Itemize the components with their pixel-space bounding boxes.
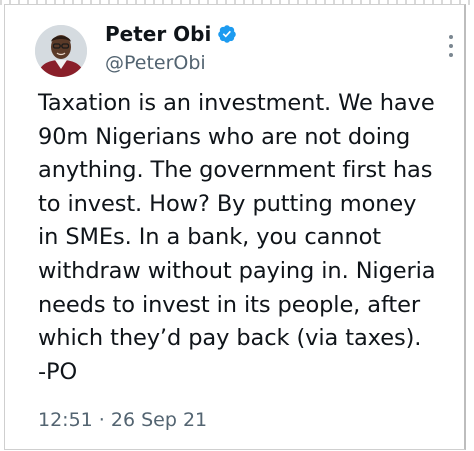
author-display-name[interactable]: Peter Obi [105, 22, 211, 46]
more-options-icon[interactable] [447, 35, 455, 57]
author-name-row[interactable]: Peter Obi [105, 22, 237, 46]
tweet-frame: Peter Obi @PeterObi Taxation is an inves… [4, 4, 466, 450]
author-handle[interactable]: @PeterObi [105, 52, 206, 74]
more-dot [449, 44, 453, 48]
tweet-text-line: which they’d pay back (via taxes). [38, 325, 422, 352]
tweet-card: Peter Obi @PeterObi Taxation is an inves… [5, 5, 463, 449]
verified-badge-icon [218, 25, 237, 43]
tweet-text-line: withdraw without paying in. Nigeria [38, 257, 436, 284]
tweet-text-line: anything. The government first has [38, 157, 433, 184]
tweet-text-line: Taxation is an investment. We have [38, 90, 435, 116]
tweet-timestamp[interactable]: 12:51 · 26 Sep 21 [38, 409, 207, 431]
avatar[interactable] [35, 25, 87, 77]
more-dot [449, 35, 453, 39]
tweet-text-line: in SMEs. In a bank, you cannot [38, 224, 382, 251]
tweet-text-line: -PO [38, 358, 78, 385]
tweet-text: Taxation is an investment. We have 90m N… [38, 87, 458, 389]
tweet-text-line: needs to invest in its people, after [38, 291, 421, 318]
avatar-portrait-icon [35, 25, 87, 77]
tweet-text-line: to invest. How? By putting money [38, 190, 417, 217]
tweet-text-line: 90m Nigerians who are not doing [38, 123, 411, 150]
more-dot [449, 53, 453, 57]
